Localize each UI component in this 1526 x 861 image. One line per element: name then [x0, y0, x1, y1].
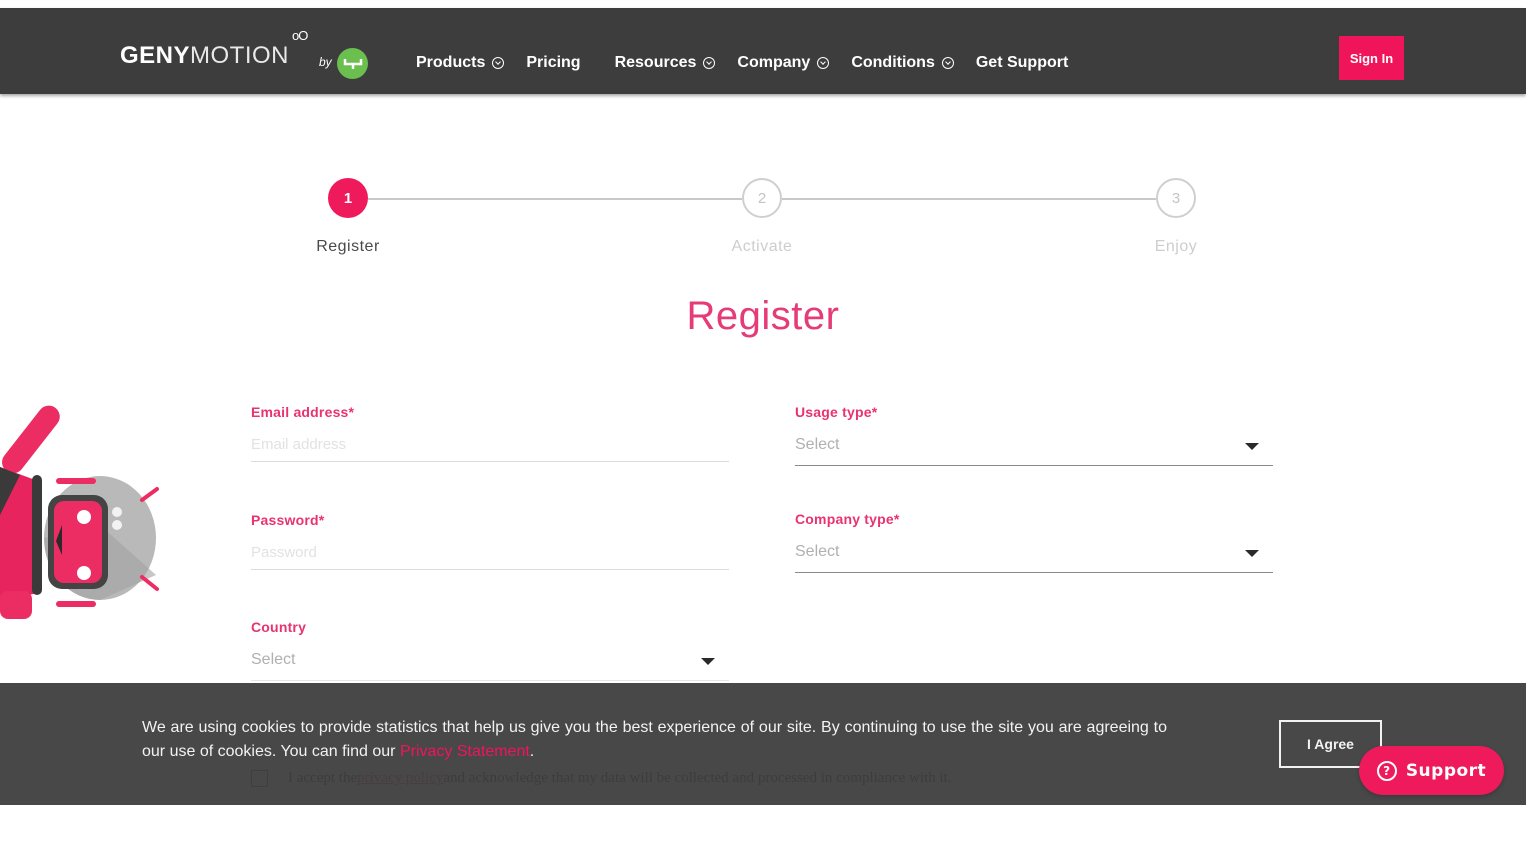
- sign-in-button[interactable]: Sign In: [1339, 36, 1404, 80]
- country-field-group: Country Select: [251, 619, 729, 681]
- country-select[interactable]: Select: [251, 649, 729, 681]
- support-label: Support: [1405, 760, 1487, 781]
- genymotion-logo[interactable]: GENY MOTION oO: [120, 28, 308, 70]
- top-navbar: GENY MOTION oO by Products Pricing Resou…: [0, 8, 1526, 94]
- password-field-group: Password*: [251, 512, 729, 570]
- help-circle-icon: ?: [1376, 760, 1397, 781]
- step-number: 3: [1156, 178, 1196, 218]
- nav-conditions-label: Conditions: [851, 54, 935, 71]
- step-number-active: 1: [328, 178, 368, 218]
- cookie-text-main: We are using cookies to provide statisti…: [142, 719, 1167, 760]
- step-label: Register: [316, 238, 380, 255]
- cookie-banner: We are using cookies to provide statisti…: [0, 683, 1526, 805]
- company-type-label: Company type*: [795, 511, 900, 527]
- privacy-statement-link[interactable]: Privacy Statement: [400, 743, 530, 760]
- step-label: Activate: [731, 238, 793, 255]
- chevron-down-icon: [817, 57, 830, 69]
- usage-type-field-group: Usage type* Select: [795, 404, 1273, 466]
- nav-get-support-label: Get Support: [975, 54, 1069, 71]
- chevron-down-icon: [492, 57, 505, 69]
- step-register: 1 Register: [288, 178, 408, 256]
- page-title: Register: [686, 294, 840, 338]
- step-number: 2: [742, 178, 782, 218]
- logo-text-light: MOTION: [190, 42, 290, 69]
- usage-type-label: Usage type*: [795, 404, 878, 420]
- nav-pricing[interactable]: Pricing: [526, 54, 580, 72]
- nav-company-label: Company: [737, 54, 811, 71]
- email-field-group: Email address*: [251, 404, 729, 462]
- nav-company[interactable]: Company: [737, 54, 830, 72]
- registration-stepper: 1 Register 2 Activate 3 Enjoy: [316, 178, 1197, 268]
- usage-type-select[interactable]: Select: [795, 434, 1273, 466]
- step-connector: [782, 198, 1156, 200]
- nav-resources[interactable]: Resources: [615, 54, 716, 72]
- step-connector: [368, 198, 742, 200]
- step-activate: 2 Activate: [702, 178, 822, 256]
- company-type-select[interactable]: Select: [795, 541, 1273, 573]
- support-button[interactable]: ? Support: [1359, 746, 1504, 795]
- nav-pricing-label: Pricing: [526, 54, 581, 71]
- country-select-value: Select: [251, 651, 296, 668]
- step-label: Enjoy: [1154, 238, 1198, 255]
- caret-down-icon: [1245, 443, 1259, 450]
- cookie-message: We are using cookies to provide statisti…: [142, 716, 1167, 764]
- step-enjoy: 3 Enjoy: [1116, 178, 1236, 256]
- genymobile-badge-icon: [337, 48, 368, 79]
- cookie-text-end: .: [529, 743, 535, 760]
- password-input[interactable]: [251, 542, 729, 570]
- nav-get-support[interactable]: Get Support: [976, 54, 1068, 72]
- chevron-down-icon: [941, 57, 954, 69]
- chevron-down-icon: [703, 57, 716, 69]
- nav-resources-label: Resources: [614, 54, 697, 71]
- company-type-select-value: Select: [795, 543, 840, 560]
- robot-mascot-icon: [0, 405, 159, 619]
- password-label: Password*: [251, 512, 325, 528]
- caret-down-icon: [701, 658, 715, 665]
- company-type-field-group: Company type* Select: [795, 511, 1273, 573]
- caret-down-icon: [1245, 550, 1259, 557]
- logo-by-text: by: [319, 55, 332, 69]
- email-input[interactable]: [251, 434, 729, 462]
- logo-dots: oO: [292, 28, 308, 43]
- email-label: Email address*: [251, 404, 355, 420]
- nav-products-label: Products: [416, 54, 486, 71]
- main-nav: Products Pricing Resources Company Condi…: [416, 54, 1090, 72]
- logo-text-bold: GENY: [120, 42, 191, 69]
- country-label: Country: [251, 619, 307, 635]
- usage-type-select-value: Select: [795, 436, 840, 453]
- nav-products[interactable]: Products: [416, 54, 505, 72]
- nav-conditions[interactable]: Conditions: [851, 54, 954, 72]
